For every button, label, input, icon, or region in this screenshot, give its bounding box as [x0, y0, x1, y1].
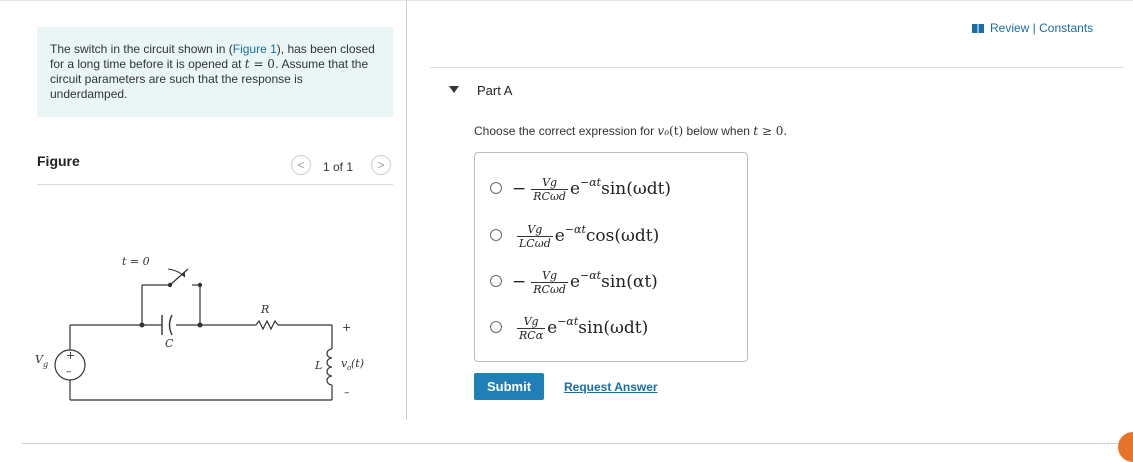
submit-button[interactable]: Submit — [474, 373, 544, 400]
book-icon — [972, 24, 984, 33]
question-mid: below when — [683, 124, 754, 138]
formula-fraction: Vg RCα — [517, 314, 546, 342]
figure-heading: Figure — [37, 153, 80, 169]
formula-func: sin(ωdt) — [578, 318, 649, 338]
chevron-right-icon: > — [377, 158, 385, 172]
problem-statement: The switch in the circuit shown in (Figu… — [50, 42, 380, 102]
formula-fraction: Vg RCωd — [531, 175, 568, 203]
figure-pager: 1 of 1 — [323, 160, 354, 174]
source-subscript: g — [43, 360, 48, 369]
choice-radio-3[interactable] — [490, 275, 502, 287]
prev-figure-button[interactable]: < — [291, 155, 311, 175]
resistor-label: R — [260, 303, 269, 316]
switch-time-label: t = 0 — [122, 255, 150, 268]
question-text: Choose the correct expression for vo(t) … — [474, 124, 787, 138]
next-figure-button[interactable]: > — [371, 155, 391, 175]
formula-sign: − — [512, 179, 527, 199]
review-constants-label: Review | Constants — [990, 21, 1094, 35]
formula-exp: e — [569, 272, 581, 292]
figure-link[interactable]: Figure 1 — [233, 42, 277, 56]
review-constants-link[interactable]: Review | Constants — [972, 21, 1093, 35]
help-badge[interactable] — [1118, 432, 1133, 462]
choice-formula-1[interactable]: − Vg RCωd e −αt sin(ωdt) — [512, 172, 671, 206]
capacitor-label: C — [165, 337, 174, 350]
choice-radio-4[interactable] — [490, 321, 502, 333]
formula-func: sin(ωdt) — [601, 179, 672, 199]
source-minus: – — [66, 365, 72, 378]
formula-func: sin(αt) — [601, 272, 658, 292]
choice-formula-4[interactable]: Vg RCα e −αt sin(ωdt) — [512, 311, 648, 345]
circuit-diagram: t = 0 C R L V g + – + – v o (t) — [35, 255, 364, 401]
choice-radio-2[interactable] — [490, 229, 502, 241]
formula-sign: − — [512, 272, 527, 292]
formula-func: cos(ωdt) — [585, 226, 660, 246]
chevron-left-icon: < — [297, 158, 305, 172]
circuit-node — [197, 322, 203, 328]
formula-sup: −αt — [564, 222, 586, 236]
bottom-border — [22, 443, 1133, 444]
switch-contact — [197, 282, 203, 288]
choice-formula-2[interactable]: Vg LCωd e −αt cos(ωdt) — [512, 219, 659, 253]
circuit-node — [139, 322, 145, 328]
formula-sup: −αt — [557, 314, 579, 328]
switch-contact — [167, 282, 173, 288]
vo-minus: – — [344, 386, 350, 399]
formula-exp: e — [554, 226, 565, 246]
panel-divider — [406, 0, 407, 420]
collapse-caret-icon[interactable] — [449, 86, 459, 93]
formula-fraction: Vg RCωd — [531, 268, 568, 296]
part-title[interactable]: Part A — [477, 83, 512, 98]
math-cond: ≥ 0. — [758, 124, 788, 138]
source-plus: + — [66, 349, 75, 362]
vo-plus: + — [342, 321, 351, 334]
formula-sup: −αt — [580, 175, 602, 189]
question-pre: Choose the correct expression for — [474, 124, 658, 138]
choice-formula-3[interactable]: − Vg RCωd e −αt sin(αt) — [512, 265, 658, 299]
vo-argument: (t) — [351, 357, 364, 370]
request-answer-link[interactable]: Request Answer — [564, 380, 658, 394]
part-divider — [430, 67, 1124, 68]
choice-radio-1[interactable] — [490, 182, 502, 194]
formula-fraction: Vg LCωd — [517, 222, 553, 250]
figure-divider — [37, 184, 393, 185]
inductor-label: L — [314, 359, 322, 372]
formula-exp: e — [569, 179, 581, 199]
formula-sup: −αt — [580, 268, 602, 282]
math-eq-zero: = 0. — [249, 57, 279, 71]
problem-text-1: The switch in the circuit shown in ( — [50, 42, 233, 56]
math-arg: (t) — [669, 124, 684, 138]
top-border — [0, 0, 1133, 1]
formula-exp: e — [547, 318, 558, 338]
